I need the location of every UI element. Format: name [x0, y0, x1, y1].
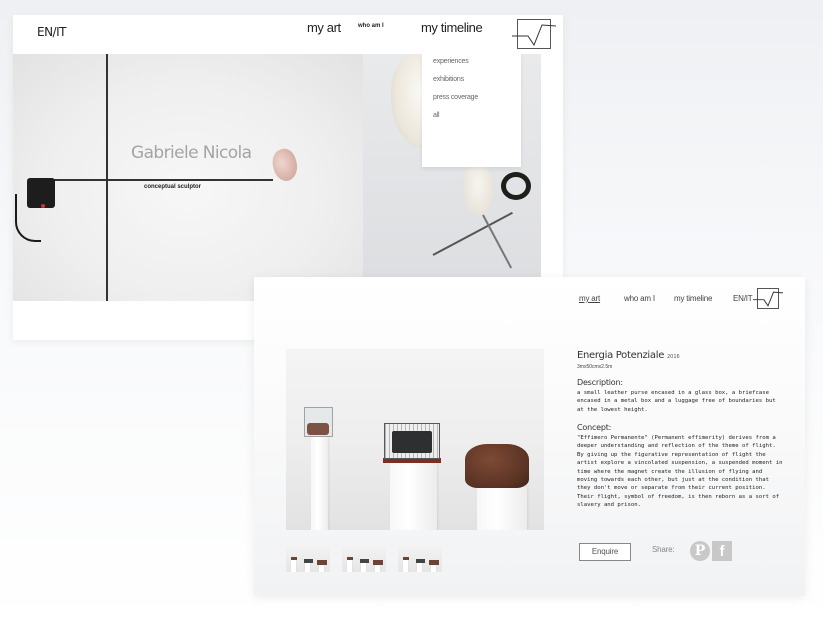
menu-item-exhibitions[interactable]: exhibitions	[433, 76, 464, 83]
concept-heading: Concept:	[577, 423, 612, 432]
language-switch[interactable]: EN/IT	[37, 25, 66, 39]
artwork-thumbnail-3[interactable]	[398, 544, 442, 572]
artwork-dimensions: 3mx50cmx2.5m	[577, 364, 613, 370]
homepage-header: EN/IT my art who am I my timeline	[13, 15, 563, 54]
site-logo[interactable]	[753, 288, 783, 309]
pinterest-icon[interactable]: P	[690, 541, 710, 561]
artwork-title-text: Energia Potenziale	[577, 350, 665, 361]
artwork-year: 2016	[666, 354, 680, 360]
artwork-detail-screenshot: my art who am I my timeline EN/IT Energi…	[254, 277, 805, 596]
description-heading: Description:	[577, 378, 623, 387]
enquire-button[interactable]: Enquire	[579, 543, 631, 561]
artwork-title: Energia Potenziale 2016	[577, 350, 680, 361]
hero-artist-name: Gabriele Nicola	[131, 143, 252, 163]
concept-text: "Effimero Permanente" (Permanent effimer…	[577, 435, 783, 509]
description-text: a small leather purse encased in a glass…	[577, 390, 776, 413]
nav-my-timeline[interactable]: my timeline	[421, 20, 483, 35]
timeline-dropdown-menu: experiences exhibitions press coverage a…	[422, 54, 521, 167]
menu-item-press-coverage[interactable]: press coverage	[433, 94, 478, 101]
menu-item-all[interactable]: all	[433, 112, 440, 119]
nav-my-timeline[interactable]: my timeline	[674, 294, 712, 303]
artwork-thumbnail-2[interactable]	[342, 544, 386, 572]
nav-who-am-i[interactable]: who am I	[624, 294, 655, 303]
nav-who-am-i[interactable]: who am I	[358, 23, 384, 29]
artwork-main-photo[interactable]	[286, 349, 544, 530]
hero-tagline: conceptual sculptor	[144, 184, 202, 190]
facebook-icon[interactable]: f	[712, 541, 732, 561]
share-label: Share:	[652, 545, 675, 554]
logo-line-icon	[753, 291, 783, 307]
artwork-thumbnail-1[interactable]	[286, 544, 330, 572]
language-switch[interactable]: EN/IT	[733, 294, 753, 303]
menu-item-experiences[interactable]: experiences	[433, 58, 469, 65]
site-logo[interactable]	[512, 19, 556, 49]
nav-my-art[interactable]: my art	[579, 294, 600, 303]
nav-my-art[interactable]: my art	[307, 20, 341, 35]
logo-line-icon	[512, 24, 556, 47]
